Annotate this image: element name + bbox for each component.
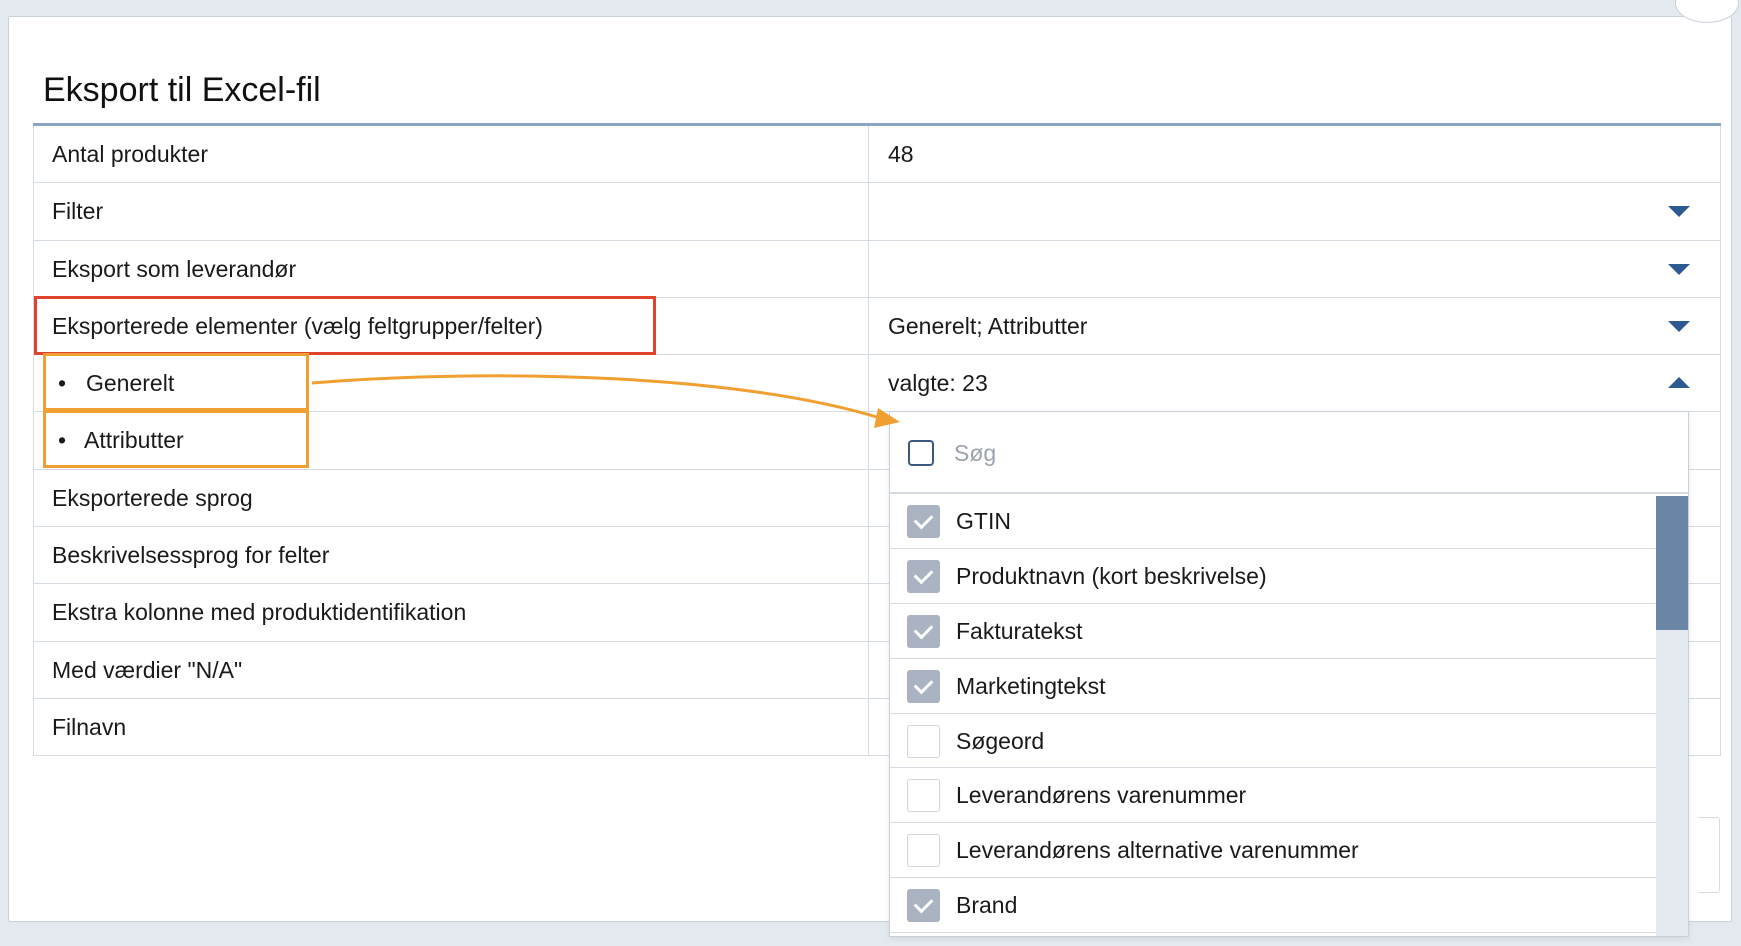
bullet-marker: •: [58, 370, 67, 397]
checkbox-unchecked[interactable]: [907, 779, 940, 813]
column-divider: [868, 527, 869, 584]
option-label: Marketingtekst: [956, 672, 1106, 699]
option-list: GTIN Produktnavn (kort beskrivelse) Fakt…: [890, 494, 1688, 934]
row-label: • Generelt: [52, 355, 174, 411]
row-label: Filter: [52, 198, 104, 225]
sub-row-label: Generelt: [86, 370, 175, 397]
chevron-down-icon[interactable]: [1668, 320, 1690, 332]
checkbox-checked[interactable]: [907, 559, 940, 593]
row-label: • Attributter: [52, 412, 184, 468]
checkbox-unchecked[interactable]: [907, 834, 940, 868]
row-label: Eksport som leverandør: [52, 255, 297, 282]
option-label: Brand: [956, 892, 1018, 919]
column-divider: [868, 126, 869, 183]
form-row-generelt[interactable]: • Generelt valgte: 23: [33, 355, 1721, 413]
row-label: Ekstra kolonne med produktidentifikation: [52, 599, 467, 626]
column-divider: [868, 641, 869, 698]
list-item[interactable]: Fakturatekst: [890, 604, 1656, 659]
row-label: Antal produkter: [52, 141, 208, 167]
option-label: Leverandørens varenummer: [956, 782, 1247, 809]
column-divider: [868, 355, 869, 412]
list-item[interactable]: Søgeord: [890, 714, 1656, 769]
form-row-exported-elements[interactable]: Eksporterede elementer (vælg feltgrupper…: [33, 297, 1721, 356]
column-divider: [868, 584, 869, 641]
product-count-value: 48: [888, 141, 914, 167]
dropdown-scrollbar[interactable]: [1656, 496, 1688, 936]
option-label: GTIN: [956, 508, 1011, 534]
search-input[interactable]: Søg: [954, 412, 996, 494]
list-item[interactable]: Brand: [890, 878, 1656, 934]
generelt-fields-dropdown[interactable]: Søg GTIN Produktnavn (kort beskrivelse) …: [889, 411, 1689, 937]
list-item[interactable]: Marketingtekst: [890, 659, 1656, 714]
checkbox-checked[interactable]: [907, 614, 940, 648]
list-item[interactable]: Leverandørens varenummer: [890, 768, 1656, 824]
column-divider: [868, 183, 869, 240]
row-label: Filnavn: [52, 713, 127, 740]
column-divider: [868, 469, 869, 527]
row-label: Beskrivelsessprog for felter: [52, 542, 330, 569]
form-row-product-count: Antal produkter 48: [33, 126, 1721, 184]
dropdown-search[interactable]: Søg: [890, 412, 1688, 494]
column-divider: [868, 698, 869, 756]
checkbox-checked[interactable]: [907, 505, 940, 538]
option-label: Søgeord: [956, 727, 1045, 754]
form-row-export-as-supplier[interactable]: Eksport som leverandør: [33, 240, 1721, 298]
row-label: Eksporterede elementer (vælg feltgrupper…: [52, 312, 543, 339]
checkbox-unchecked[interactable]: [907, 724, 940, 758]
checkbox-checked[interactable]: [907, 889, 940, 923]
export-button[interactable]: [1698, 817, 1720, 893]
row-label: Med værdier "N/A": [52, 656, 243, 683]
chevron-up-icon[interactable]: [1668, 377, 1690, 389]
column-divider: [868, 297, 869, 355]
column-divider: [868, 412, 869, 469]
scrollbar-thumb[interactable]: [1656, 496, 1688, 630]
option-label: Produktnavn (kort beskrivelse): [956, 562, 1267, 589]
list-item[interactable]: GTIN: [890, 494, 1656, 549]
column-divider: [868, 240, 869, 297]
option-label: Fakturatekst: [956, 617, 1083, 644]
select-all-checkbox[interactable]: [908, 440, 934, 466]
chevron-down-icon[interactable]: [1668, 206, 1690, 218]
option-label: Leverandørens alternative varenummer: [956, 837, 1359, 864]
list-item[interactable]: Produktnavn (kort beskrivelse): [890, 549, 1656, 604]
form-row-filter[interactable]: Filter: [33, 183, 1721, 241]
exported-elements-select[interactable]: Generelt; Attributter: [888, 298, 1087, 354]
list-item[interactable]: Leverandørens alternative varenummer: [890, 823, 1656, 879]
bullet-marker: •: [58, 427, 67, 454]
sub-row-label: Attributter: [84, 427, 184, 454]
checkbox-checked[interactable]: [907, 669, 940, 703]
chevron-down-icon[interactable]: [1668, 263, 1690, 275]
close-button[interactable]: [1675, 0, 1739, 23]
generelt-fields-select[interactable]: valgte: 23: [888, 355, 988, 411]
dialog-title: Eksport til Excel-fil: [43, 71, 321, 109]
row-label: Eksporterede sprog: [52, 484, 253, 511]
